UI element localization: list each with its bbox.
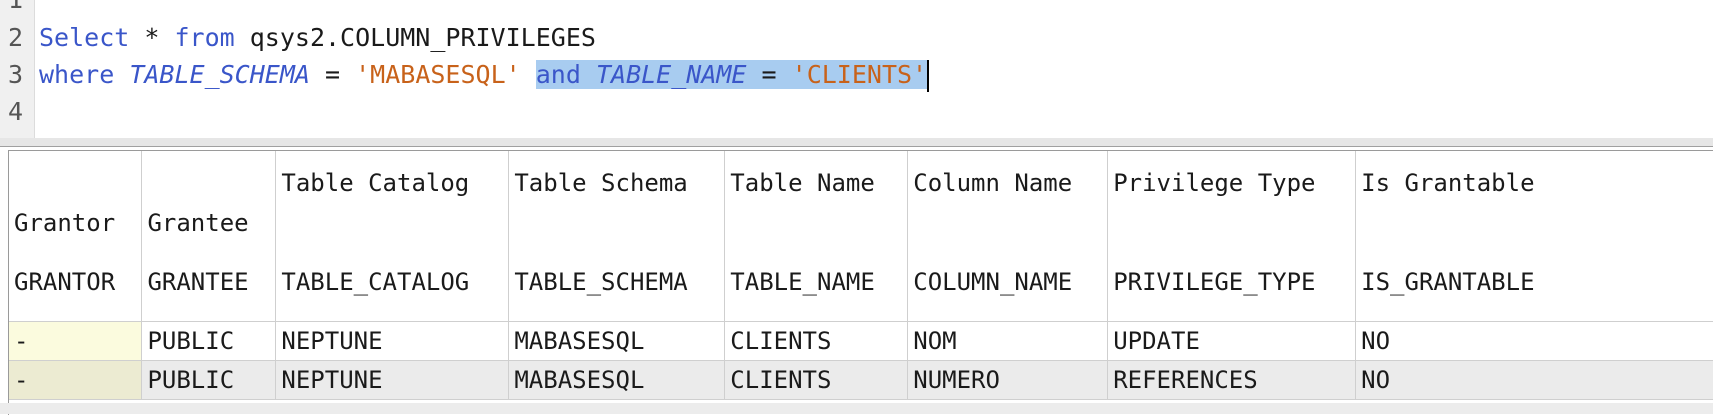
column-header-grantor[interactable]: Grantor GRANTOR	[9, 151, 143, 322]
column-header-column-name[interactable]: Column Name COLUMN_NAME	[907, 151, 1109, 322]
column-header-is-grantable[interactable]: Is Grantable IS_GRANTABLE	[1355, 151, 1713, 322]
star-token: *	[129, 23, 175, 52]
column-label: Table Catalog	[281, 169, 470, 197]
cell-table-name[interactable]: CLIENTS	[724, 321, 909, 361]
cell-grantee[interactable]: PUBLIC	[141, 360, 277, 400]
table-row[interactable]: - PUBLIC NEPTUNE MABASESQL CLIENTS NUMER…	[9, 360, 1713, 400]
column-header-table-name[interactable]: Table Name TABLE_NAME	[724, 151, 909, 322]
column-name: TABLE_CATALOG	[281, 268, 470, 296]
cell-grantor[interactable]: -	[9, 321, 143, 361]
string-literal-schema: 'MABASESQL'	[355, 60, 521, 89]
column-name: COLUMN_NAME	[913, 268, 1073, 296]
column-label: Table Name	[730, 169, 875, 197]
header-row: Grantor GRANTOR Grantee GRANTEE Table Cata…	[9, 151, 1713, 322]
editor-line-4[interactable]: 4	[0, 92, 1713, 132]
cell-table-catalog[interactable]: NEPTUNE	[275, 321, 510, 361]
table-row[interactable]: - PUBLIC NEPTUNE MABASESQL CLIENTS NOM U…	[9, 321, 1713, 361]
column-label: Grantor	[14, 209, 116, 237]
cell-table-name[interactable]: CLIENTS	[724, 360, 909, 400]
column-header-table-catalog[interactable]: Table Catalog TABLE_CATALOG	[275, 151, 510, 322]
cell-table-catalog[interactable]: NEPTUNE	[275, 360, 510, 400]
identifier-table-schema: TABLE_SCHEMA	[129, 60, 310, 89]
column-header-table-schema[interactable]: Table Schema TABLE_SCHEMA	[508, 151, 726, 322]
string-literal-name: 'CLIENTS'	[791, 60, 928, 89]
line-number: 3	[8, 60, 24, 89]
line-number: 2	[8, 23, 24, 52]
column-label: Column Name	[913, 169, 1073, 197]
cell-is-grantable[interactable]: NO	[1355, 360, 1713, 400]
column-name: TABLE_SCHEMA	[514, 268, 688, 296]
column-name: GRANTOR	[14, 268, 116, 296]
equals-token: =	[309, 60, 356, 89]
column-label: Table Schema	[514, 169, 688, 197]
cell-is-grantable[interactable]: NO	[1355, 321, 1713, 361]
column-header-privilege-type[interactable]: Privilege Type PRIVILEGE_TYPE	[1107, 151, 1357, 322]
column-label: Is Grantable	[1361, 169, 1535, 197]
column-name: TABLE_NAME	[730, 268, 875, 296]
editor-line-3[interactable]: 3 where TABLE_SCHEMA = 'MABASESQL' and T…	[0, 55, 1713, 95]
results-grid[interactable]: Grantor GRANTOR Grantee GRANTEE Table Cata…	[8, 150, 1713, 415]
editor-line-1[interactable]: 1	[0, 0, 1713, 20]
editor-line-2[interactable]: 2 Select * from qsys2.COLUMN_PRIVILEGES	[0, 18, 1713, 58]
text-caret	[927, 60, 930, 92]
cell-grantee[interactable]: PUBLIC	[141, 321, 277, 361]
line-number: 1	[8, 0, 28, 20]
line-number: 4	[8, 97, 24, 126]
cell-column-name[interactable]: NOM	[907, 321, 1109, 361]
keyword-and: and	[535, 60, 581, 89]
cell-grantor[interactable]: -	[9, 360, 143, 400]
keyword-where: where	[39, 60, 115, 89]
sql-editor[interactable]: 1 2 Select * from qsys2.COLUMN_PRIVILEGE…	[0, 0, 1713, 139]
cell-column-name[interactable]: NUMERO	[907, 360, 1109, 400]
column-name: GRANTEE	[147, 268, 249, 296]
code-text: where TABLE_SCHEMA = 'MABASESQL' and TAB…	[39, 55, 930, 95]
cell-privilege-type[interactable]: REFERENCES	[1107, 360, 1357, 400]
column-header-grantee[interactable]: Grantee GRANTEE	[141, 151, 277, 322]
results-table: Grantor GRANTOR Grantee GRANTEE Table Cata…	[9, 151, 1713, 400]
column-name: PRIVILEGE_TYPE	[1113, 268, 1316, 296]
cell-table-schema[interactable]: MABASESQL	[508, 321, 726, 361]
equals-token: =	[746, 60, 792, 89]
keyword-select: Select	[39, 23, 130, 52]
pane-splitter[interactable]	[0, 138, 1713, 147]
grid-empty-area	[0, 403, 1713, 414]
code-text: Select * from qsys2.COLUMN_PRIVILEGES	[39, 18, 596, 58]
column-label: Privilege Type	[1113, 169, 1316, 197]
table-reference: qsys2.COLUMN_PRIVILEGES	[234, 23, 596, 52]
keyword-from: from	[174, 23, 235, 52]
identifier-table-name: TABLE_NAME	[595, 60, 747, 89]
cell-table-schema[interactable]: MABASESQL	[508, 360, 726, 400]
text-selection[interactable]: and TABLE_NAME = 'CLIENTS'	[535, 60, 928, 89]
cell-privilege-type[interactable]: UPDATE	[1107, 321, 1357, 361]
column-label: Grantee	[147, 209, 249, 237]
column-name: IS_GRANTABLE	[1361, 268, 1535, 296]
